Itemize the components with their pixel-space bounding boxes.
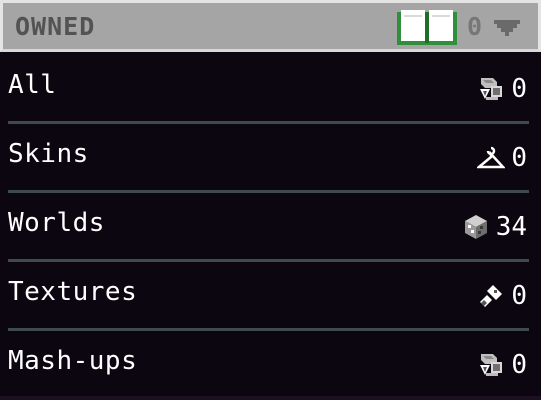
filter-row-worlds[interactable]: Worlds 34 xyxy=(0,194,541,260)
hanger-icon xyxy=(477,146,506,169)
row-label: Mash-ups xyxy=(8,346,138,376)
row-label: Worlds xyxy=(8,208,105,238)
filter-row-textures[interactable]: Textures 0 xyxy=(0,263,541,329)
book-icon xyxy=(397,10,457,45)
owned-header[interactable]: OWNED 0 xyxy=(0,0,541,52)
row-count: 0 xyxy=(511,281,527,311)
row-label: Skins xyxy=(8,139,89,169)
mixed-content-icon xyxy=(480,78,503,100)
panel-bottom-edge xyxy=(0,396,541,400)
row-label: Textures xyxy=(8,277,138,307)
mixed-content-icon xyxy=(480,354,503,376)
row-count: 0 xyxy=(511,143,527,173)
divider xyxy=(8,190,529,193)
row-count: 34 xyxy=(495,212,527,242)
filter-row-all[interactable]: All 0 xyxy=(0,56,541,122)
divider xyxy=(8,121,529,124)
row-count: 0 xyxy=(511,74,527,104)
row-count: 0 xyxy=(511,350,527,380)
header-title: OWNED xyxy=(15,12,96,41)
header-count: 0 xyxy=(467,12,483,41)
divider xyxy=(8,259,529,262)
filter-row-skins[interactable]: Skins 0 xyxy=(0,125,541,191)
owned-content-panel: OWNED 0 All 0 Skins 0 Worlds 34 Textures… xyxy=(0,0,541,400)
filter-row-mash-ups[interactable]: Mash-ups 0 xyxy=(0,332,541,398)
paintbrush-icon xyxy=(480,285,503,307)
chevron-down-icon[interactable] xyxy=(494,20,520,36)
divider xyxy=(8,328,529,331)
world-block-icon xyxy=(464,215,487,239)
row-label: All xyxy=(8,70,57,100)
